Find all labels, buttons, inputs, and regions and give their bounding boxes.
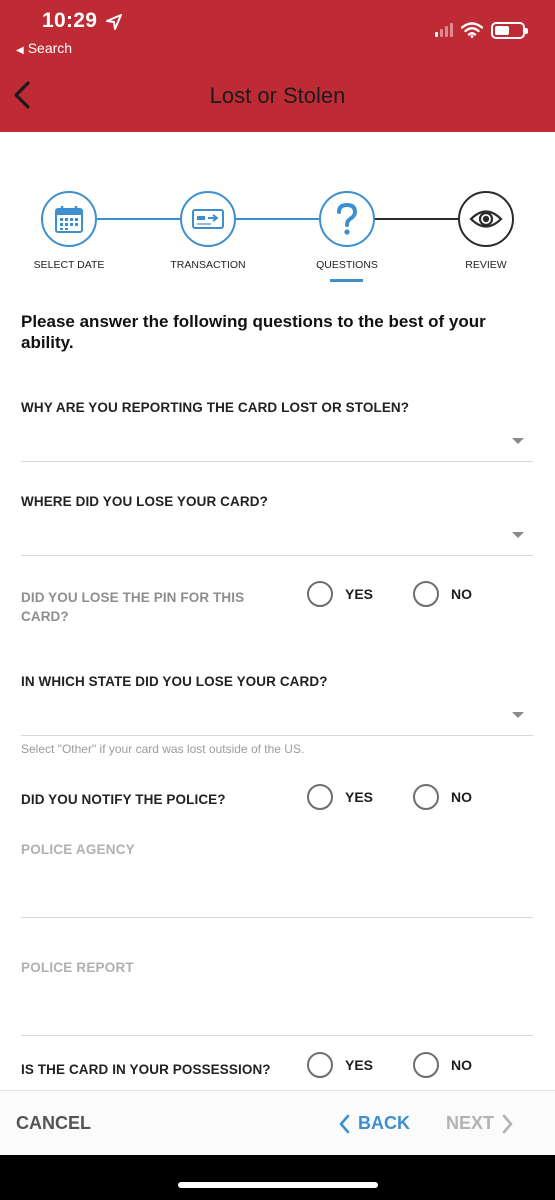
- wifi-icon: [461, 22, 483, 38]
- home-indicator[interactable]: [178, 1182, 378, 1188]
- question-icon: [337, 202, 358, 235]
- cancel-button[interactable]: CANCEL: [16, 1113, 91, 1134]
- possession-no-radio[interactable]: NO: [413, 1052, 472, 1078]
- where-dropdown[interactable]: [21, 522, 533, 556]
- state-helper-text: Select "Other" if your card was lost out…: [21, 742, 305, 756]
- radio-label: YES: [345, 789, 374, 805]
- chevron-right-icon: [502, 1114, 513, 1133]
- back-to-search-label: Search: [27, 40, 73, 56]
- step-connector: [97, 218, 180, 220]
- signal-icon: [435, 23, 453, 37]
- radio-label: NO: [451, 789, 472, 805]
- possession-yes-radio[interactable]: YES: [307, 1052, 373, 1078]
- location-arrow-icon: [106, 14, 122, 30]
- radio-label: YES: [345, 1057, 374, 1073]
- dropdown-caret-icon: [512, 712, 524, 718]
- radio-label: NO: [451, 586, 472, 602]
- page-title: Lost or Stolen: [209, 83, 346, 108]
- next-button-label: NEXT: [446, 1113, 495, 1133]
- chevron-left-icon: [339, 1114, 350, 1133]
- eye-icon: [469, 210, 503, 228]
- back-triangle-icon: ◀: [16, 45, 24, 56]
- police-yes-radio[interactable]: YES: [307, 784, 373, 810]
- dropdown-caret-icon: [512, 438, 524, 444]
- back-button-label: BACK: [358, 1113, 410, 1133]
- step-select-date[interactable]: [41, 191, 97, 247]
- question-state-label: IN WHICH STATE DID YOU LOSE YOUR CARD?: [21, 674, 328, 689]
- home-indicator-area: [0, 1155, 555, 1200]
- pin-no-radio[interactable]: NO: [413, 581, 472, 607]
- step-connector: [375, 218, 458, 220]
- question-reason-label: WHY ARE YOU REPORTING THE CARD LOST OR S…: [21, 400, 410, 415]
- calendar-icon: [55, 206, 83, 233]
- step-questions[interactable]: [319, 191, 375, 247]
- form-intro: Please answer the following questions to…: [21, 312, 486, 352]
- back-button[interactable]: BACK: [338, 1113, 410, 1134]
- police-agency-input[interactable]: [21, 880, 533, 918]
- radio-circle: [413, 784, 439, 810]
- state-dropdown[interactable]: [21, 702, 533, 736]
- card-transfer-icon: [192, 209, 224, 229]
- radio-label: NO: [451, 1057, 472, 1073]
- police-report-label: POLICE REPORT: [21, 960, 134, 975]
- dropdown-caret-icon: [512, 532, 524, 538]
- step-connector: [236, 218, 319, 220]
- status-time: 10:29: [42, 9, 98, 32]
- question-possession-label: IS THE CARD IN YOUR POSSESSION?: [21, 1062, 271, 1077]
- battery-icon: [491, 21, 528, 39]
- back-to-search-link[interactable]: ◀ Search: [16, 40, 72, 56]
- radio-circle: [307, 784, 333, 810]
- reason-dropdown[interactable]: [21, 428, 533, 462]
- step-review[interactable]: [458, 191, 514, 247]
- radio-circle: [413, 581, 439, 607]
- radio-circle: [307, 1052, 333, 1078]
- radio-label: YES: [345, 586, 374, 602]
- step-label-questions[interactable]: QUESTIONS: [287, 259, 407, 271]
- question-where-label: WHERE DID YOU LOSE YOUR CARD?: [21, 494, 268, 509]
- app-header: 10:29 ◀ Search Lost or Stolen: [0, 0, 555, 132]
- next-button[interactable]: NEXT: [446, 1113, 514, 1134]
- bottom-action-bar: CANCEL BACK NEXT: [0, 1090, 555, 1155]
- police-agency-label: POLICE AGENCY: [21, 842, 135, 857]
- police-report-input[interactable]: [21, 998, 533, 1036]
- radio-circle: [413, 1052, 439, 1078]
- status-icons: [435, 20, 528, 40]
- step-label-review[interactable]: REVIEW: [426, 259, 546, 271]
- police-no-radio[interactable]: NO: [413, 784, 472, 810]
- radio-circle: [307, 581, 333, 607]
- question-pin-label: DID YOU LOSE THE PIN FOR THIS CARD?: [21, 590, 245, 624]
- active-step-indicator: [330, 279, 363, 282]
- pin-yes-radio[interactable]: YES: [307, 581, 373, 607]
- question-police-label: DID YOU NOTIFY THE POLICE?: [21, 792, 226, 807]
- step-label-select-date[interactable]: SELECT DATE: [9, 259, 129, 271]
- step-label-transaction[interactable]: TRANSACTION: [148, 259, 268, 271]
- step-transaction[interactable]: [180, 191, 236, 247]
